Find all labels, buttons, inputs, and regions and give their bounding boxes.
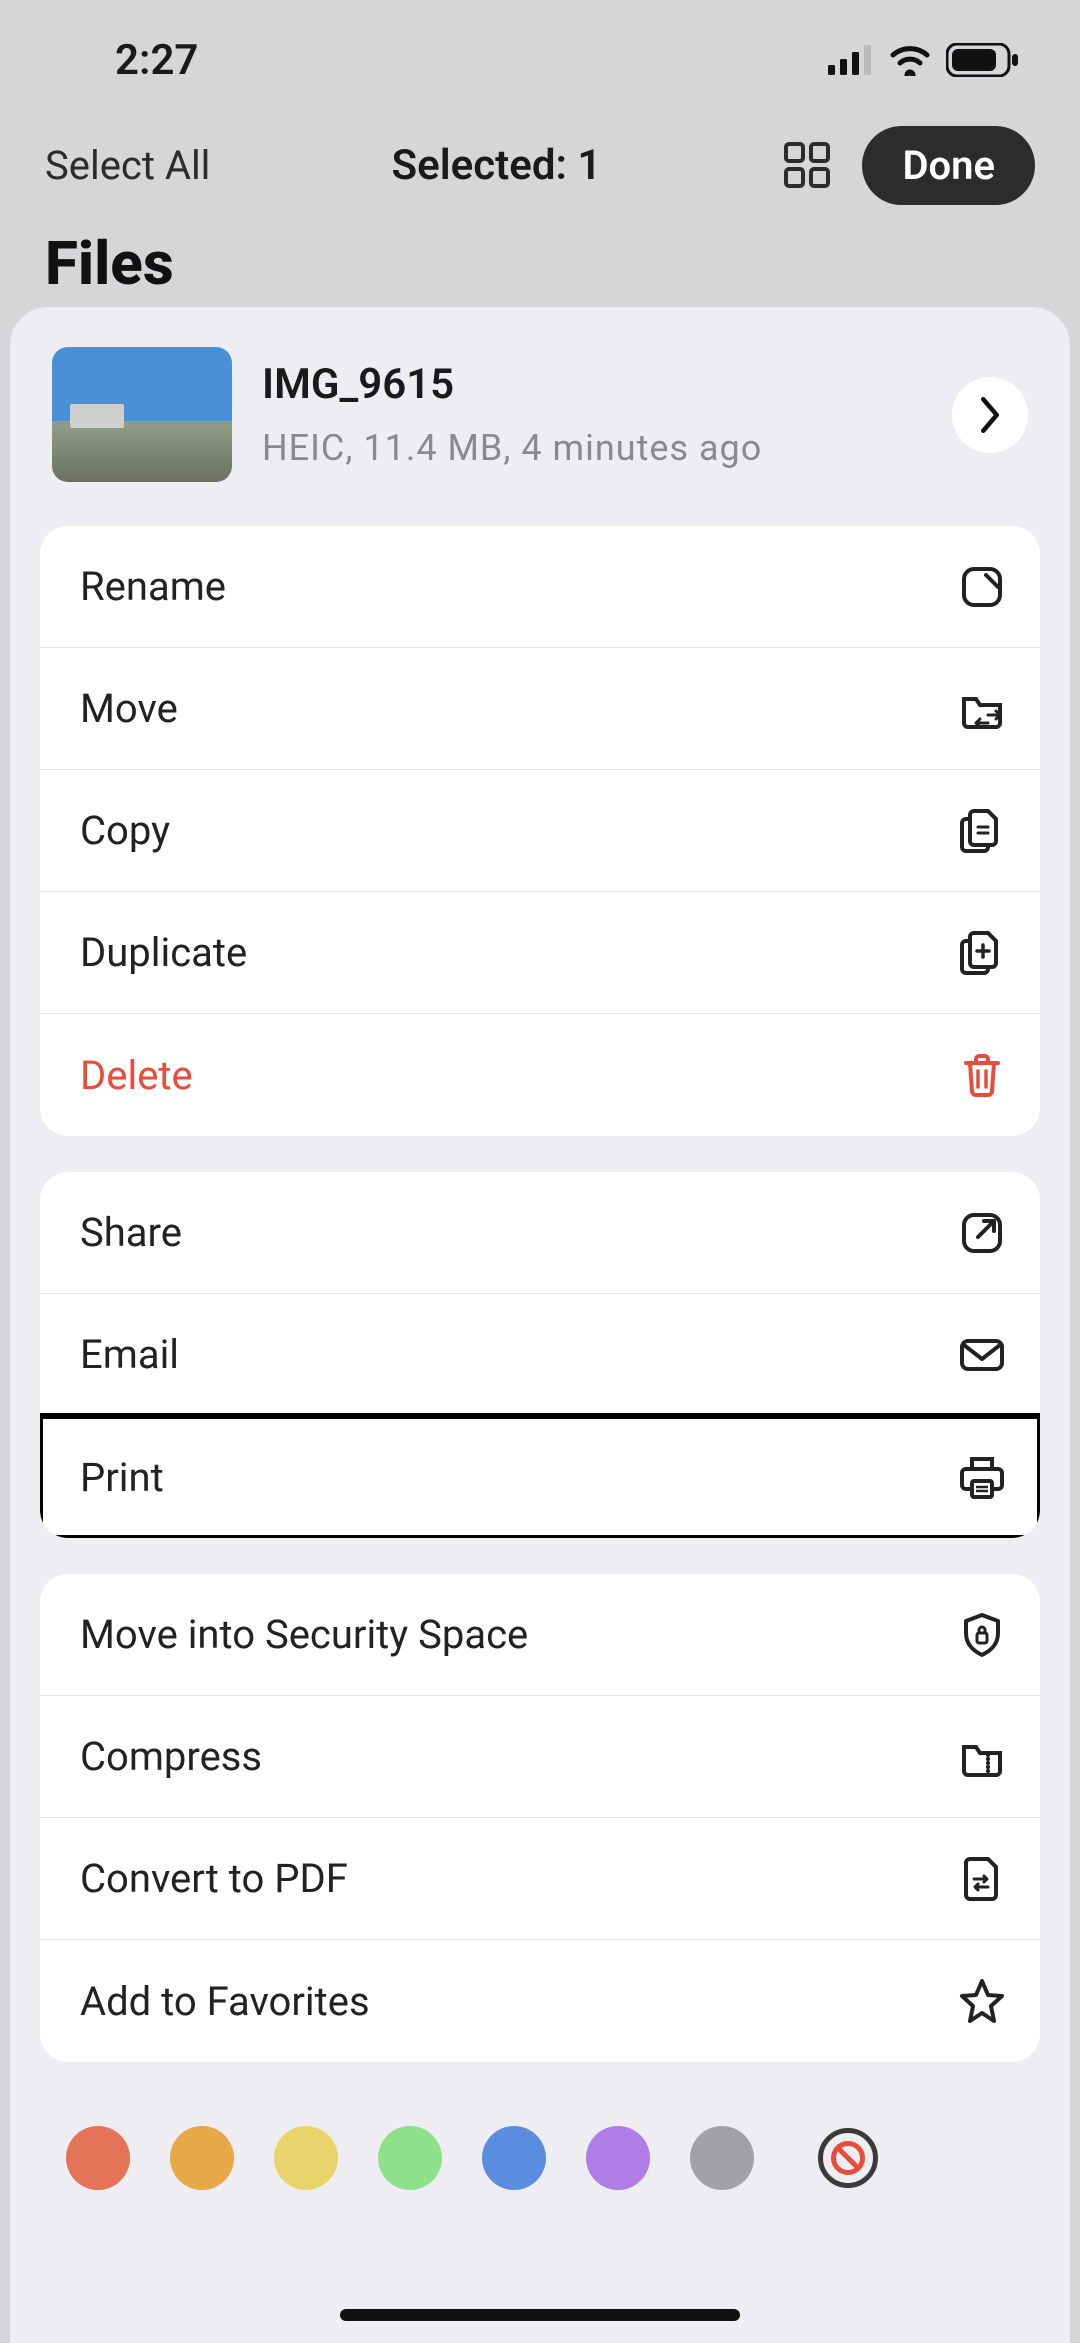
color-tag-green[interactable] [378, 2126, 442, 2190]
color-tag-orange[interactable] [170, 2126, 234, 2190]
menu-group-more: Move into Security Space Compress Conver… [40, 1574, 1040, 2062]
move-item[interactable]: Move [40, 648, 1040, 770]
compress-label: Compress [80, 1733, 262, 1780]
copy-icon [958, 807, 1006, 855]
color-tag-none[interactable] [818, 2128, 878, 2188]
move-folder-icon [958, 685, 1006, 733]
delete-item[interactable]: Delete [40, 1014, 1040, 1136]
share-label: Share [80, 1209, 182, 1256]
convert-pdf-label: Convert to PDF [80, 1855, 348, 1902]
home-indicator[interactable] [340, 2309, 740, 2321]
email-label: Email [80, 1331, 179, 1378]
email-icon [958, 1331, 1006, 1379]
select-all-button[interactable]: Select All [45, 142, 210, 189]
cellular-icon [828, 45, 874, 75]
color-tag-gray[interactable] [690, 2126, 754, 2190]
page-title: Files [0, 210, 1080, 299]
favorites-item[interactable]: Add to Favorites [40, 1940, 1040, 2062]
share-item[interactable]: Share [40, 1172, 1040, 1294]
color-tag-red[interactable] [66, 2126, 130, 2190]
print-label: Print [80, 1454, 164, 1501]
action-sheet: IMG_9615 HEIC, 11.4 MB, 4 minutes ago Re… [10, 307, 1070, 2343]
status-bar: 2:27 [0, 0, 1080, 120]
move-security-item[interactable]: Move into Security Space [40, 1574, 1040, 1696]
rename-label: Rename [80, 563, 226, 610]
compress-icon [958, 1733, 1006, 1781]
star-icon [958, 1977, 1006, 2025]
done-button[interactable]: Done [862, 126, 1035, 205]
file-name: IMG_9615 [262, 360, 922, 409]
convert-pdf-item[interactable]: Convert to PDF [40, 1818, 1040, 1940]
battery-icon [946, 43, 1020, 77]
color-tag-purple[interactable] [586, 2126, 650, 2190]
color-tag-blue[interactable] [482, 2126, 546, 2190]
wifi-icon [888, 44, 932, 76]
copy-label: Copy [80, 807, 170, 854]
file-thumbnail [52, 347, 232, 482]
rename-icon [958, 563, 1006, 611]
color-tag-row [26, 2098, 1054, 2190]
grid-view-button[interactable] [782, 140, 832, 190]
selected-count: Selected: 1 [391, 141, 601, 190]
no-color-icon [831, 2141, 865, 2175]
compress-item[interactable]: Compress [40, 1696, 1040, 1818]
file-header[interactable]: IMG_9615 HEIC, 11.4 MB, 4 minutes ago [26, 307, 1054, 512]
chevron-right-icon [976, 397, 1004, 433]
status-icons [828, 43, 1020, 77]
menu-group-file-ops: Rename Move Copy Duplicate Delete [40, 526, 1040, 1136]
file-details: HEIC, 11.4 MB, 4 minutes ago [262, 427, 922, 469]
move-label: Move [80, 685, 178, 732]
print-icon [958, 1453, 1006, 1501]
delete-label: Delete [80, 1052, 193, 1099]
toolbar: Select All Selected: 1 Done [0, 120, 1080, 210]
print-item[interactable]: Print [40, 1416, 1040, 1538]
convert-pdf-icon [958, 1855, 1006, 1903]
duplicate-icon [958, 929, 1006, 977]
trash-icon [958, 1051, 1006, 1099]
file-details-button[interactable] [952, 377, 1028, 453]
duplicate-label: Duplicate [80, 929, 247, 976]
share-icon [958, 1209, 1006, 1257]
color-tag-yellow[interactable] [274, 2126, 338, 2190]
email-item[interactable]: Email [40, 1294, 1040, 1416]
favorites-label: Add to Favorites [80, 1978, 370, 2025]
rename-item[interactable]: Rename [40, 526, 1040, 648]
move-security-label: Move into Security Space [80, 1611, 528, 1658]
copy-item[interactable]: Copy [40, 770, 1040, 892]
duplicate-item[interactable]: Duplicate [40, 892, 1040, 1014]
shield-lock-icon [958, 1611, 1006, 1659]
grid-icon [784, 142, 830, 188]
status-time: 2:27 [115, 36, 198, 85]
menu-group-share: Share Email Print [40, 1172, 1040, 1538]
